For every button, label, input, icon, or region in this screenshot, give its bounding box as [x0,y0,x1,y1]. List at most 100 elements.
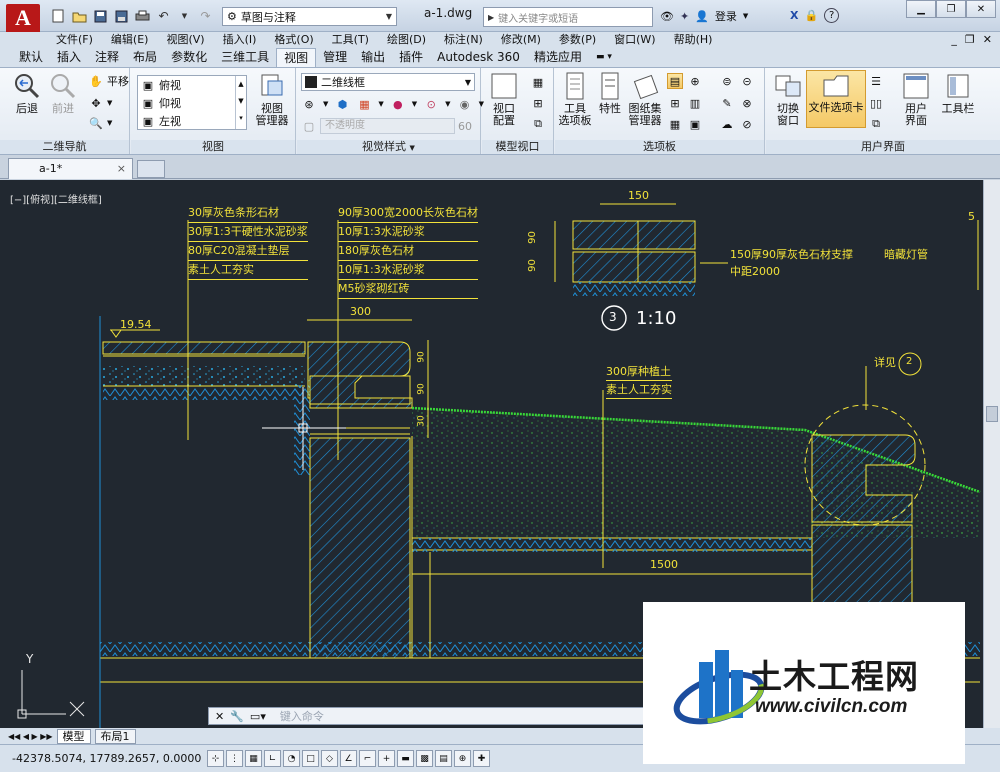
viewport-controls[interactable]: [−][俯视][二维线框] [10,191,102,206]
ortho-icon[interactable]: ∟ [264,750,281,767]
menu-parametric[interactable]: 参数(P) [559,32,596,48]
otrack-icon[interactable]: ∠ [340,750,357,767]
menu-file[interactable]: 文件(F) [56,32,93,48]
tab-output[interactable]: 输出 [354,48,392,67]
markup-icon[interactable]: ▥ [687,95,703,111]
close-icon[interactable]: ✕ [215,710,224,723]
forward-button[interactable]: 前进 [40,72,86,115]
annotation-monitor-icon[interactable]: ✚ [473,750,490,767]
tab-insert[interactable]: 插入 [50,48,88,67]
command-prompt-icon[interactable]: ▭▾ [250,710,266,723]
layout-tabs-icon[interactable]: ☰ [868,73,884,89]
palette-toggle-icon[interactable]: ▤ [667,73,683,89]
calc-icon[interactable]: ▦ [667,116,683,132]
snap-mode-icon[interactable]: ⋮ [226,750,243,767]
search-input[interactable]: ▶ 键入关键字或短语 [483,7,653,27]
coordinates-readout[interactable]: -42378.5074, 17789.2657, 0.0000 [12,752,207,765]
view-left[interactable]: ▣ 左视 [140,112,181,130]
application-menu-button[interactable]: A [6,4,40,34]
tab-annotate[interactable]: 注释 [88,48,126,67]
save-as-icon[interactable] [113,8,130,24]
tab-default[interactable]: 默认 [12,48,50,67]
osnap-icon[interactable]: □ [302,750,319,767]
save-icon[interactable] [92,8,109,24]
tab-addins[interactable]: 插件 [392,48,430,67]
help-button[interactable]: ? [824,8,840,23]
view-manager-button[interactable]: 视图 管理器 [249,72,295,127]
doc-close-icon[interactable]: ✕ [983,32,992,48]
exchange-x-icon[interactable]: X [790,9,798,22]
close-button[interactable]: ✕ [966,0,996,18]
grid-icon[interactable]: ▦ [245,750,262,767]
star-icon[interactable]: ✦ [680,10,689,23]
undo-icon[interactable]: ↶ [155,8,172,24]
menu-tools[interactable]: 工具(T) [332,32,369,48]
layout-nav-arrows[interactable]: ◀◀ ◀ ▶ ▶▶ [8,732,53,741]
infer-constraints-icon[interactable]: ⊹ [207,750,224,767]
chevron-down-icon[interactable]: ▼ [410,144,415,152]
pan-button[interactable]: ✋ 平移 [88,72,129,90]
dyn-icon[interactable]: + [378,750,395,767]
tab-autodesk-360[interactable]: Autodesk 360 [430,48,527,67]
tab-view[interactable]: 视图 [276,48,317,67]
menu-view[interactable]: 视图(V) [166,32,204,48]
binoculars-icon[interactable]: 👁 [660,10,674,23]
viewport-named-icon[interactable]: ▦ [530,74,546,90]
shadow-icon[interactable]: ⊙ [423,96,439,112]
menu-dimension[interactable]: 标注(N) [444,32,483,48]
properties-button[interactable]: 特性 [593,72,627,115]
viewport-join-icon[interactable]: ⊞ [530,95,546,111]
file-tab[interactable]: a-1* × [8,158,133,179]
gallery-scroll[interactable]: ▲ ▼ ▾ [235,76,246,129]
cascade-icon[interactable]: ⧉ [868,116,884,132]
menu-help[interactable]: 帮助(H) [674,32,713,48]
zoom-window-button[interactable]: 🔍 ▼ [88,114,112,132]
tab-3d-tools[interactable]: 三维工具 [214,48,276,67]
user-interface-button[interactable]: 用户 界面 [894,72,938,127]
doc-restore-icon[interactable]: ❐ [965,32,975,48]
selection-cycling-icon[interactable]: ⊕ [454,750,471,767]
maximize-button[interactable]: ❐ [936,0,966,18]
menu-format[interactable]: 格式(O) [274,32,313,48]
tab-layout[interactable]: 布局 [126,48,164,67]
tab-manage[interactable]: 管理 [316,48,354,67]
wrench-icon[interactable]: 🔧 [230,710,244,723]
menu-draw[interactable]: 绘图(D) [387,32,426,48]
doc-minimize-icon[interactable]: _ [951,32,957,48]
menu-insert[interactable]: 插入(I) [223,32,257,48]
layer-icon[interactable]: ⊜ [719,73,735,89]
layer-state-icon[interactable]: ⊝ [739,73,755,89]
orbit-button[interactable]: ✥ ▼ [88,94,112,112]
cloud-icon[interactable]: ☁ [719,116,735,132]
file-tabs-button[interactable]: 文件选项卡 [806,70,866,128]
tab-featured-apps[interactable]: 精选应用 [527,48,589,67]
paint-icon[interactable]: ✎ [719,95,735,111]
design-center-icon[interactable]: ⊕ [687,73,703,89]
chevron-down-icon[interactable]: ▼ [743,12,748,20]
command-input[interactable]: 键入命令 [280,708,324,724]
menu-edit[interactable]: 编辑(E) [111,32,149,48]
visual-style-dropdown[interactable]: 二维线框 ▼ [301,73,475,91]
sphere-icon[interactable]: ◉ [457,96,473,112]
edge-icon[interactable]: ⊛ [301,96,317,112]
tile-vertical-icon[interactable]: ▯▯ [868,95,884,111]
menu-window[interactable]: 窗口(W) [614,32,655,48]
lineweight-icon[interactable]: ▬ [397,750,414,767]
vertical-scrollbar[interactable] [983,180,1000,728]
quick-props-icon[interactable]: ▤ [435,750,452,767]
ribbon-minimize-toggle[interactable]: ▬ ▾ [589,48,619,67]
close-icon[interactable]: × [117,159,126,179]
minimize-button[interactable]: ▁ [906,0,936,18]
quickcalc-icon[interactable]: ⊞ [667,95,683,111]
redo-icon[interactable]: ↷ [197,8,214,24]
color-icon[interactable]: ▦ [356,96,372,112]
new-tab-button[interactable] [137,160,165,178]
undo-dropdown-icon[interactable]: ▼ [176,8,193,24]
viewport-restore-icon[interactable]: ⧉ [530,116,546,132]
dbconnect-icon[interactable]: ▣ [687,116,703,132]
login-link[interactable]: 登录 [715,8,737,24]
view-top[interactable]: ▣ 俯视 [140,76,181,94]
user-icon[interactable]: 👤 [695,10,709,23]
switch-windows-button[interactable]: 切换 窗口 [768,72,808,127]
transparency-icon[interactable]: ▩ [416,750,433,767]
